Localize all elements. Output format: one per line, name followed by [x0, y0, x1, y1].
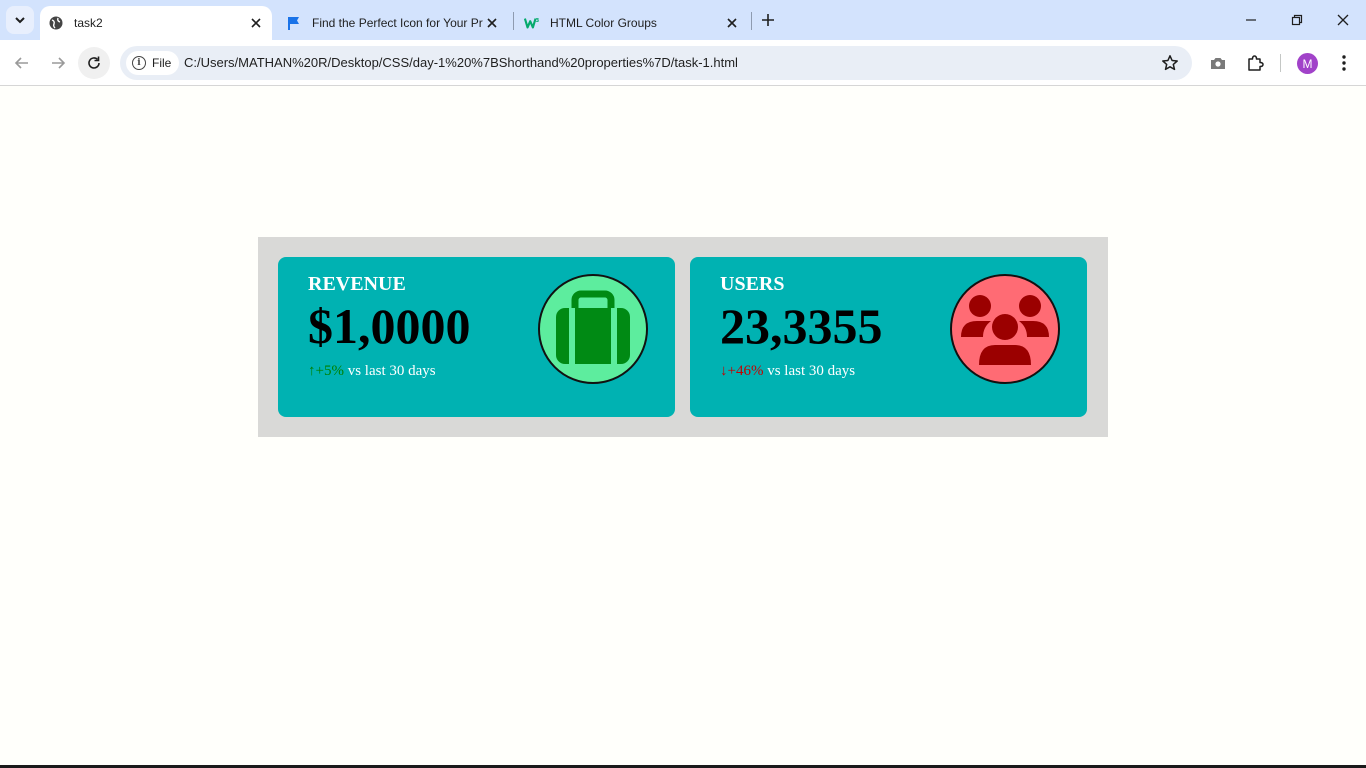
trend-text: vs last 30 days	[343, 363, 436, 379]
card-label: REVENUE	[308, 273, 406, 295]
puzzle-icon	[1248, 55, 1264, 71]
back-button[interactable]	[6, 47, 38, 79]
tab-separator	[751, 12, 752, 30]
trend-up-arrow: ↑	[308, 363, 316, 379]
star-icon	[1162, 55, 1178, 71]
revenue-icon-circle	[538, 274, 648, 384]
new-tab-button[interactable]	[758, 10, 778, 30]
address-bar[interactable]: i File C:/Users/MATHAN%20R/Desktop/CSS/d…	[120, 46, 1192, 80]
scheme-label: File	[152, 56, 172, 70]
screenshot-button[interactable]	[1206, 51, 1230, 75]
tab-title: HTML Color Groups	[550, 16, 657, 30]
trend-value: +5%	[315, 363, 344, 379]
toolbar-separator	[1280, 54, 1281, 72]
minimize-icon	[1246, 19, 1256, 21]
url-text[interactable]: C:/Users/MATHAN%20R/Desktop/CSS/day-1%20…	[184, 55, 738, 70]
close-icon[interactable]	[484, 15, 500, 31]
chevron-down-icon	[15, 17, 25, 24]
trend-text: vs last 30 days	[763, 363, 856, 379]
users-card: USERS 23,3355 ↓+46% vs last 30 days	[690, 257, 1087, 417]
tab-task2[interactable]: task2	[40, 6, 272, 40]
reload-icon	[88, 56, 100, 69]
svg-text:3: 3	[536, 18, 540, 24]
browser-toolbar: i File C:/Users/MATHAN%20R/Desktop/CSS/d…	[0, 40, 1366, 86]
arrow-left-icon	[14, 57, 28, 69]
card-trend: ↓+46% vs last 30 days	[720, 363, 855, 380]
profile-avatar[interactable]: M	[1297, 53, 1318, 74]
forward-button[interactable]	[42, 47, 74, 79]
trend-value: +46%	[727, 363, 764, 379]
users-icon-circle	[950, 274, 1060, 384]
briefcase-icon	[556, 290, 630, 364]
arrow-right-icon	[52, 57, 66, 69]
card-value: 23,3355	[720, 298, 883, 354]
restore-button[interactable]	[1274, 0, 1320, 40]
users-group-icon	[961, 295, 1049, 365]
w3schools-icon: 3	[524, 15, 540, 31]
globe-icon	[48, 15, 64, 31]
tab-title: task2	[74, 16, 103, 30]
info-icon: i	[132, 56, 146, 70]
bookmark-button[interactable]	[1160, 53, 1180, 73]
restore-icon	[1291, 14, 1303, 26]
site-info-chip[interactable]: i File	[126, 51, 180, 75]
close-icon	[1337, 14, 1349, 26]
trend-down-arrow: ↓	[720, 363, 728, 379]
close-icon[interactable]	[724, 15, 740, 31]
tab-search-button[interactable]	[6, 6, 34, 34]
extensions-button[interactable]	[1243, 51, 1267, 75]
tab-title: Find the Perfect Icon for Your Pr	[312, 16, 483, 30]
tab-html-color-groups[interactable]: 3 HTML Color Groups	[516, 6, 748, 40]
camera-icon	[1211, 58, 1225, 69]
flag-icon	[286, 15, 302, 31]
menu-button[interactable]	[1332, 51, 1356, 75]
plus-icon	[762, 14, 774, 26]
close-icon[interactable]	[248, 15, 264, 31]
card-label: USERS	[720, 273, 785, 295]
card-value: $1,0000	[308, 298, 471, 354]
revenue-card: REVENUE $1,0000 ↑+5% vs last 30 days	[278, 257, 675, 417]
tab-find-icon[interactable]: Find the Perfect Icon for Your Pr	[278, 6, 508, 40]
stats-panel: REVENUE $1,0000 ↑+5% vs last 30 days USE…	[258, 237, 1108, 437]
close-window-button[interactable]	[1320, 0, 1366, 40]
card-trend: ↑+5% vs last 30 days	[308, 363, 436, 380]
kebab-menu-icon	[1342, 55, 1346, 71]
tab-strip: task2 Find the Perfect Icon for Your Pr …	[0, 0, 1366, 40]
tab-separator	[513, 12, 514, 30]
minimize-button[interactable]	[1228, 0, 1274, 40]
reload-button[interactable]	[78, 47, 110, 79]
